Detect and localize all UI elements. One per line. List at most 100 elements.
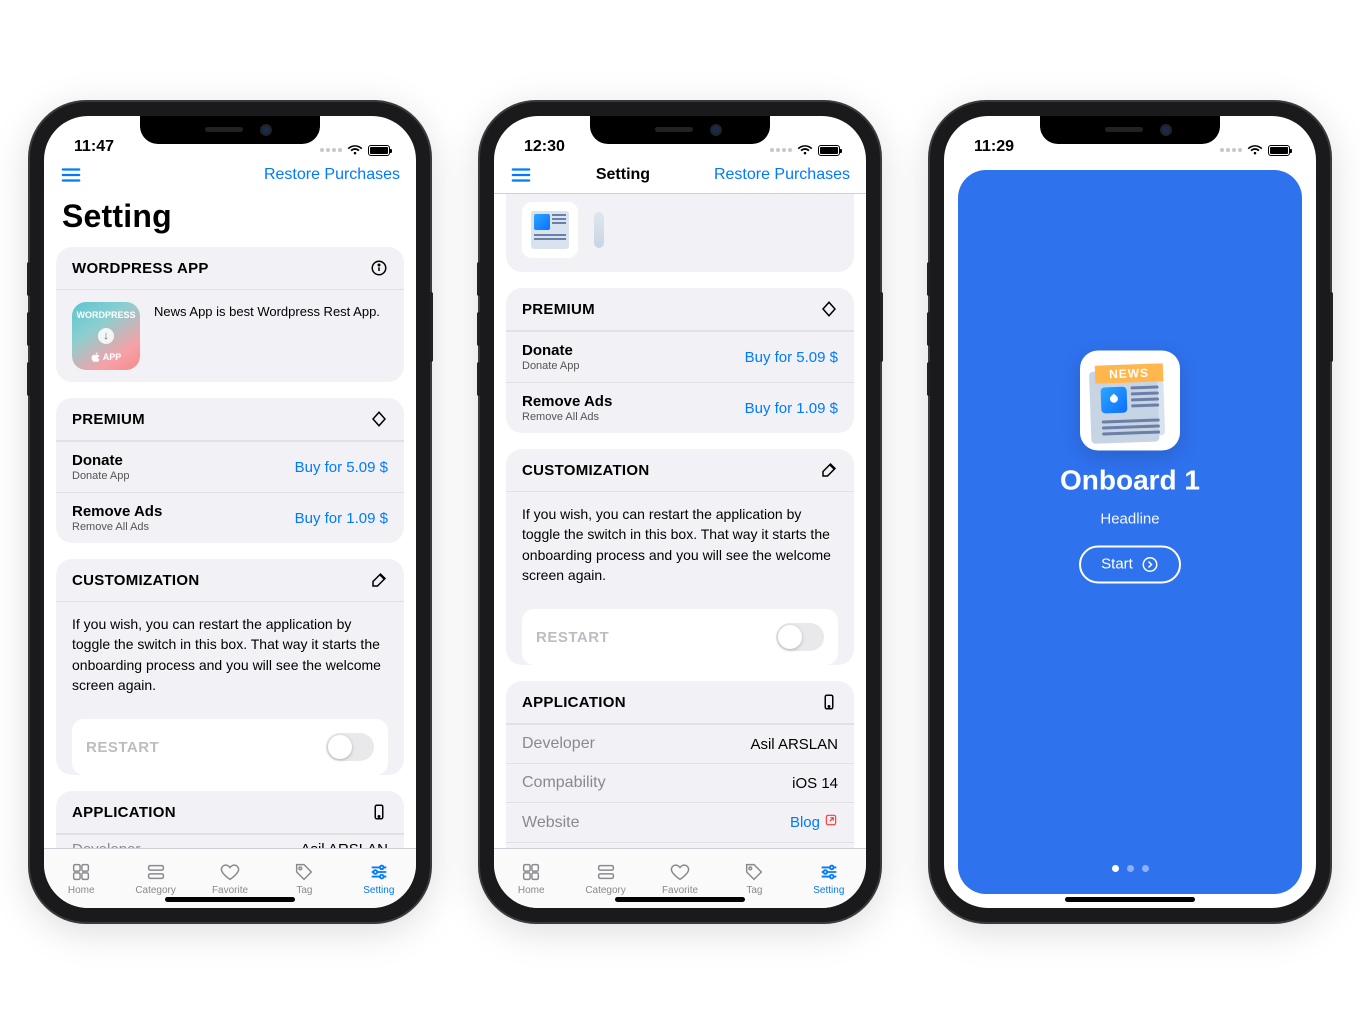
signal-dots-icon: [320, 148, 342, 152]
page-title: Setting: [44, 194, 416, 247]
device-notch: [1040, 116, 1220, 144]
menu-icon[interactable]: [510, 164, 532, 186]
page-dot-2: [1127, 865, 1134, 872]
customization-header: CUSTOMIZATION: [72, 572, 200, 589]
settings-content[interactable]: WORDPRESS APP WORDPRESS ↓ APP News App i…: [44, 247, 416, 848]
website-link[interactable]: Blog: [790, 813, 838, 832]
wordpress-card: WORDPRESS APP WORDPRESS ↓ APP News App i…: [56, 247, 404, 382]
onboard-title: Onboard 1: [1060, 464, 1200, 496]
home-indicator: [615, 897, 745, 902]
device-notch: [140, 116, 320, 144]
developer-value-cut: Asil ARSLAN: [300, 841, 388, 848]
phone-icon: [820, 693, 838, 711]
battery-icon: [818, 145, 840, 156]
device-notch: [590, 116, 770, 144]
removeads-buy-button[interactable]: Buy for 1.09 $: [295, 510, 388, 527]
tab-setting[interactable]: Setting: [792, 849, 866, 908]
onboard-headline: Headline: [1100, 510, 1159, 527]
card-partial-top: [506, 194, 854, 272]
screen-settings-scrolled: 12:30 Setting Restore Purchases: [494, 116, 866, 908]
compat-value: iOS 14: [792, 775, 838, 792]
donate-label: Donate: [522, 342, 573, 359]
phone-icon: [370, 803, 388, 821]
donate-sub: Donate App: [522, 360, 580, 372]
premium-card: PREMIUM DonateDonate App Buy for 5.09 $ …: [56, 398, 404, 543]
nav-title: Setting: [596, 166, 650, 184]
battery-icon: [1268, 145, 1290, 156]
removeads-sub: Remove All Ads: [72, 521, 162, 533]
settings-content[interactable]: PREMIUM DonateDonate App Buy for 5.09 $ …: [494, 194, 866, 848]
screen-settings-top: 11:47 Restore Purchases Setting WORDPRES…: [44, 116, 416, 908]
home-indicator: [165, 897, 295, 902]
diamond-icon: [820, 300, 838, 318]
restart-toggle[interactable]: [776, 623, 824, 651]
menu-icon[interactable]: [60, 164, 82, 186]
page-dot-3: [1142, 865, 1149, 872]
wifi-icon: [347, 144, 363, 156]
wordpress-app-icon: WORDPRESS ↓ APP: [72, 302, 140, 370]
donate-buy-button[interactable]: Buy for 5.09 $: [745, 349, 838, 366]
application-card: APPLICATION Developer Asil ARSLAN: [56, 791, 404, 848]
premium-header: PREMIUM: [522, 301, 595, 318]
nav-bar: Restore Purchases: [44, 156, 416, 194]
home-indicator: [1065, 897, 1195, 902]
news-app-icon: NEWS: [1080, 350, 1180, 450]
application-header: APPLICATION: [522, 694, 626, 711]
wordpress-header: WORDPRESS APP: [72, 260, 209, 277]
external-link-icon: [824, 814, 838, 831]
compat-label: Compability: [522, 774, 606, 792]
signal-dots-icon: [1220, 148, 1242, 152]
customization-header: CUSTOMIZATION: [522, 462, 650, 479]
page-indicator[interactable]: [1112, 865, 1149, 872]
developer-label-cut: Developer: [72, 841, 140, 848]
battery-icon: [368, 145, 390, 156]
removeads-buy-button[interactable]: Buy for 1.09 $: [745, 400, 838, 417]
removeads-sub: Remove All Ads: [522, 411, 612, 423]
status-time: 11:47: [74, 138, 114, 156]
diamond-icon: [370, 410, 388, 428]
developer-value: Asil ARSLAN: [750, 736, 838, 753]
onboarding-panel[interactable]: NEWS Onboard 1 Headline Start: [958, 170, 1302, 894]
removeads-label: Remove Ads: [522, 393, 612, 410]
wordpress-desc: News App is best Wordpress Rest App.: [154, 302, 380, 319]
restore-purchases-link[interactable]: Restore Purchases: [714, 166, 850, 184]
restart-label: RESTART: [86, 739, 159, 756]
tab-home[interactable]: Home: [44, 849, 118, 908]
customization-desc: If you wish, you can restart the applica…: [506, 492, 854, 597]
page-dot-1: [1112, 865, 1119, 872]
donate-sub: Donate App: [72, 470, 130, 482]
wifi-icon: [1247, 144, 1263, 156]
signal-dots-icon: [770, 148, 792, 152]
premium-header: PREMIUM: [72, 411, 145, 428]
application-header: APPLICATION: [72, 804, 176, 821]
application-card: APPLICATION Developer Asil ARSLAN Compabi…: [506, 681, 854, 848]
restart-label: RESTART: [536, 629, 609, 646]
status-time: 11:29: [974, 138, 1014, 156]
info-icon: [370, 259, 388, 277]
restart-toggle[interactable]: [326, 733, 374, 761]
arrow-right-circle-icon: [1141, 555, 1159, 573]
nav-bar: Setting Restore Purchases: [494, 156, 866, 194]
removeads-label: Remove Ads: [72, 503, 162, 520]
screen-onboarding: 11:29 NEWS: [944, 116, 1316, 908]
customization-card: CUSTOMIZATION If you wish, you can resta…: [506, 449, 854, 665]
tab-setting[interactable]: Setting: [342, 849, 416, 908]
developer-label: Developer: [522, 735, 595, 753]
restore-purchases-link[interactable]: Restore Purchases: [264, 166, 400, 184]
phone-1: 11:47 Restore Purchases Setting WORDPRES…: [30, 102, 430, 922]
paint-icon: [370, 571, 388, 589]
slider-thumb-icon: [594, 212, 604, 248]
customization-desc: If you wish, you can restart the applica…: [56, 602, 404, 707]
tab-home[interactable]: Home: [494, 849, 568, 908]
phone-3: 11:29 NEWS: [930, 102, 1330, 922]
status-time: 12:30: [524, 138, 565, 156]
website-label: Website: [522, 814, 580, 832]
news-thumb-icon: [522, 202, 578, 258]
donate-label: Donate: [72, 452, 123, 469]
donate-buy-button[interactable]: Buy for 5.09 $: [295, 459, 388, 476]
paint-icon: [820, 461, 838, 479]
premium-card: PREMIUM DonateDonate App Buy for 5.09 $ …: [506, 288, 854, 433]
wifi-icon: [797, 144, 813, 156]
start-button[interactable]: Start: [1079, 545, 1181, 583]
customization-card: CUSTOMIZATION If you wish, you can resta…: [56, 559, 404, 775]
